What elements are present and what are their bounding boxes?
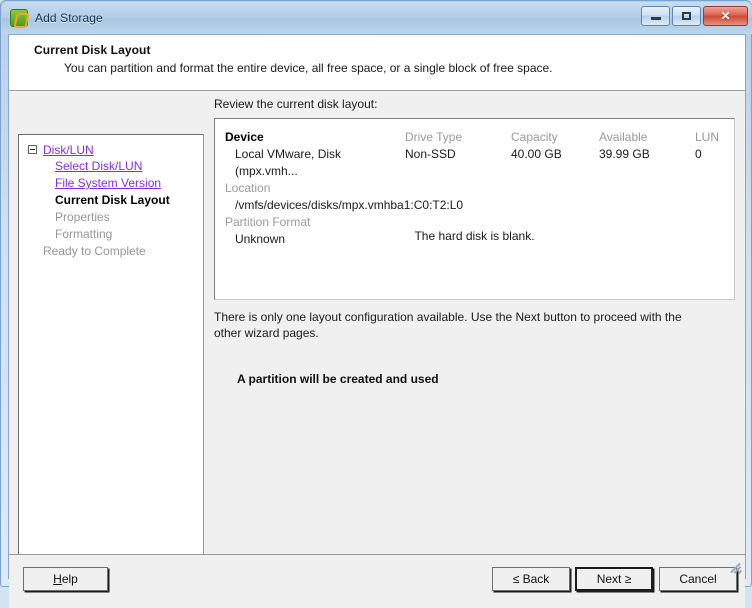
sidebar-item-label-disk-lun: Disk/LUN (43, 142, 94, 157)
next-button[interactable]: Next ≥ (575, 567, 653, 591)
sidebar-item-current-disk-layout[interactable]: Current Disk Layout (23, 192, 199, 209)
resize-grip-icon[interactable] (729, 562, 743, 575)
wizard-header: Current Disk Layout You can partition an… (9, 35, 745, 91)
titlebar[interactable]: Add Storage ✕ (2, 2, 752, 34)
dialog-footer: Help ≤ Back Next ≥ Cancel (9, 554, 745, 608)
close-button[interactable]: ✕ (703, 6, 748, 26)
window-controls: ✕ (641, 6, 748, 26)
sidebar-item-disk-lun[interactable]: Disk/LUN (23, 141, 199, 158)
location-label: Location (225, 181, 271, 195)
help-button[interactable]: Help (23, 567, 108, 591)
add-storage-window: Add Storage ✕ Current Disk Layout You ca… (0, 0, 752, 608)
main-panel: Review the current disk layout: Device D… (214, 92, 736, 554)
column-header-lun: LUN (695, 130, 720, 144)
sidebar-item-formatting: Formatting (55, 227, 113, 241)
maximize-icon (673, 7, 700, 25)
minimize-button[interactable] (641, 6, 670, 26)
layout-note: There is only one layout configuration a… (214, 310, 682, 340)
cancel-button[interactable]: Cancel (659, 567, 737, 591)
window-title: Add Storage (35, 11, 103, 25)
minimize-icon (642, 7, 669, 25)
column-header-available: Available (599, 130, 648, 144)
review-label: Review the current disk layout: (214, 97, 378, 111)
blank-disk-message: The hard disk is blank. (414, 229, 535, 243)
back-button[interactable]: ≤ Back (492, 567, 570, 591)
cell-available: 39.99 GB (599, 147, 650, 161)
cell-drive-type: Non-SSD (405, 147, 456, 161)
partition-message: A partition will be created and used (237, 372, 439, 386)
column-header-capacity: Capacity (511, 130, 558, 144)
sidebar-item-properties: Properties (55, 210, 110, 224)
help-accesskey: H (53, 572, 62, 586)
disk-layout-panel: Device Drive Type Capacity Available LUN… (214, 118, 735, 300)
wizard-body: Disk/LUN Select Disk/LUN File System Ver… (9, 92, 745, 564)
sidebar-item-select-disk-lun[interactable]: Select Disk/LUN (23, 158, 199, 175)
page-title: Current Disk Layout (34, 43, 151, 57)
cell-lun: 0 (695, 147, 702, 161)
wizard-step-tree[interactable]: Disk/LUN Select Disk/LUN File System Ver… (18, 134, 204, 564)
cell-capacity: 40.00 GB (511, 147, 562, 161)
disk-table: Device Drive Type Capacity Available LUN… (225, 129, 726, 180)
maximize-button[interactable] (672, 6, 701, 26)
help-button-label: elp (61, 572, 78, 586)
column-header-device: Device (225, 130, 264, 144)
sidebar-item-file-system-version[interactable]: File System Version (23, 175, 199, 192)
add-storage-icon (10, 9, 28, 27)
close-icon: ✕ (720, 9, 731, 23)
dialog-client-area: Current Disk Layout You can partition an… (8, 34, 746, 608)
collapse-minus-icon[interactable] (28, 145, 37, 154)
sidebar-item-ready-to-complete: Ready to Complete (43, 244, 146, 258)
cell-device[interactable]: Local VMware, Disk (mpx.vmh... (225, 146, 405, 180)
location-value: /vmfs/devices/disks/mpx.vmhba1:C0:T2:L0 (235, 198, 464, 212)
page-subtitle: You can partition and format the entire … (64, 61, 553, 75)
column-header-drive-type: Drive Type (405, 130, 463, 144)
